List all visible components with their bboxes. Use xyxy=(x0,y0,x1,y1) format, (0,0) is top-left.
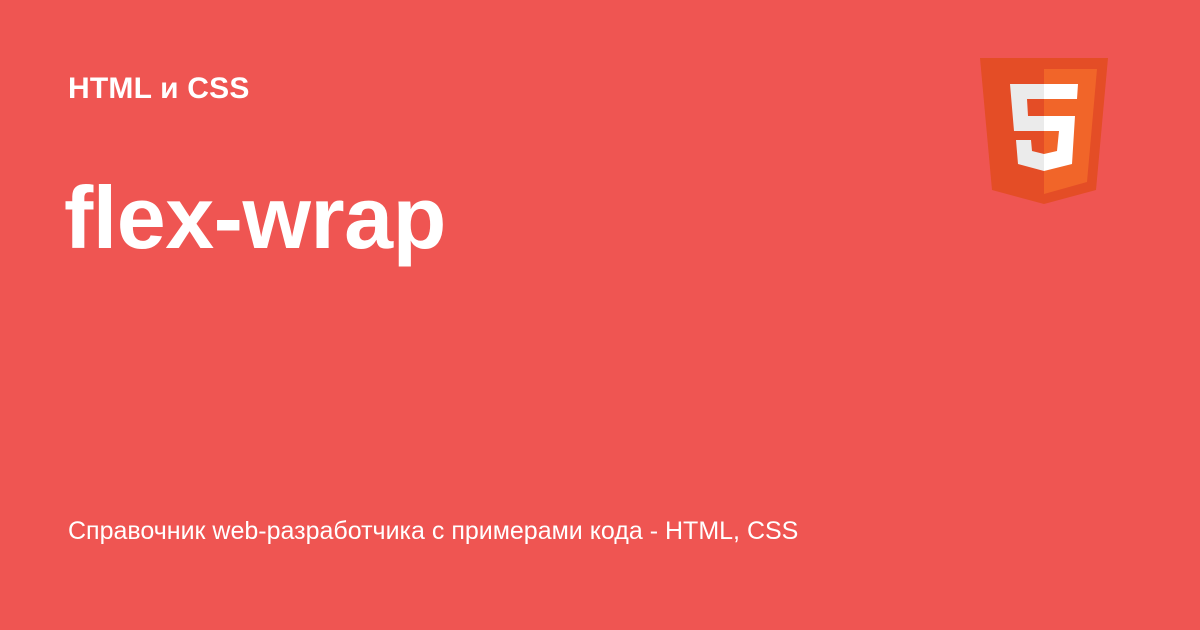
site-description: Справочник web-разработчика с примерами … xyxy=(68,517,799,545)
html5-logo-icon xyxy=(980,58,1108,204)
page-title: flex-wrap xyxy=(64,168,446,267)
category-label: HTML и CSS xyxy=(68,72,250,105)
preview-card: HTML и CSS flex-wrap Справочник web-разр… xyxy=(0,0,1200,630)
